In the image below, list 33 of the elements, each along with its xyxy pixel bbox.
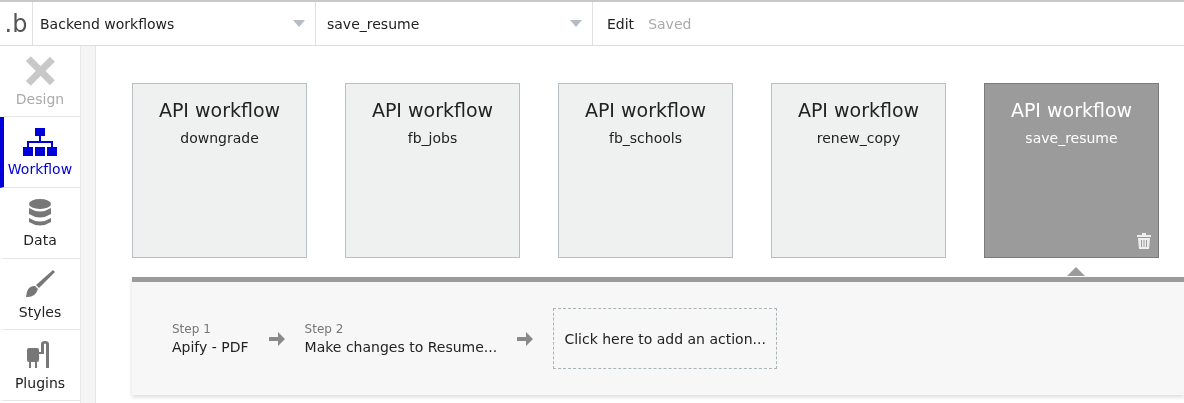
- workflow-name: fb_jobs: [407, 130, 458, 146]
- card-title: API workflow: [158, 99, 281, 121]
- caret-icon: [570, 20, 582, 27]
- sitemap-icon: [23, 127, 57, 156]
- workflow-name: downgrade: [180, 130, 259, 146]
- logo[interactable]: .b: [0, 2, 33, 45]
- edit-menu[interactable]: Edit: [593, 2, 649, 45]
- workflow-name: renew_copy: [816, 130, 901, 146]
- workflow-card[interactable]: API workflow fb_jobs: [345, 83, 520, 258]
- workflow-name: fb_schools: [609, 130, 682, 146]
- workflow-card[interactable]: API workflow downgrade: [132, 83, 307, 258]
- card-title: API workflow: [1010, 99, 1133, 121]
- workflow-card[interactable]: API workflow fb_schools: [558, 83, 733, 258]
- add-action-button[interactable]: Click here to add an action...: [553, 308, 778, 369]
- card-title: API workflow: [371, 99, 494, 121]
- arrow-right-icon: [268, 331, 285, 346]
- sidebar-tab[interactable]: Data: [0, 188, 80, 259]
- arrow-right-icon: [517, 331, 534, 346]
- delete-icon[interactable]: [1137, 233, 1151, 249]
- database-icon: [28, 198, 52, 227]
- card-title: API workflow: [584, 99, 707, 121]
- brush-icon: [25, 268, 55, 299]
- sidebar-tab[interactable]: Styles: [0, 259, 80, 330]
- caret-icon: [293, 20, 305, 27]
- save-status: Saved: [648, 15, 692, 32]
- card-title: API workflow: [797, 99, 920, 121]
- dropdown[interactable]: save_resume: [316, 2, 593, 45]
- workflow-name: save_resume: [1025, 130, 1118, 146]
- dropdown[interactable]: Backend workflows: [33, 2, 316, 45]
- workflow-step[interactable]: Step 2 Make changes to Resume...: [304, 322, 498, 355]
- sidebar-tab[interactable]: Plugins: [0, 330, 80, 401]
- workflow-card[interactable]: API workflow renew_copy: [771, 83, 946, 258]
- workflow-step[interactable]: Step 1 Apify - PDF: [172, 322, 249, 355]
